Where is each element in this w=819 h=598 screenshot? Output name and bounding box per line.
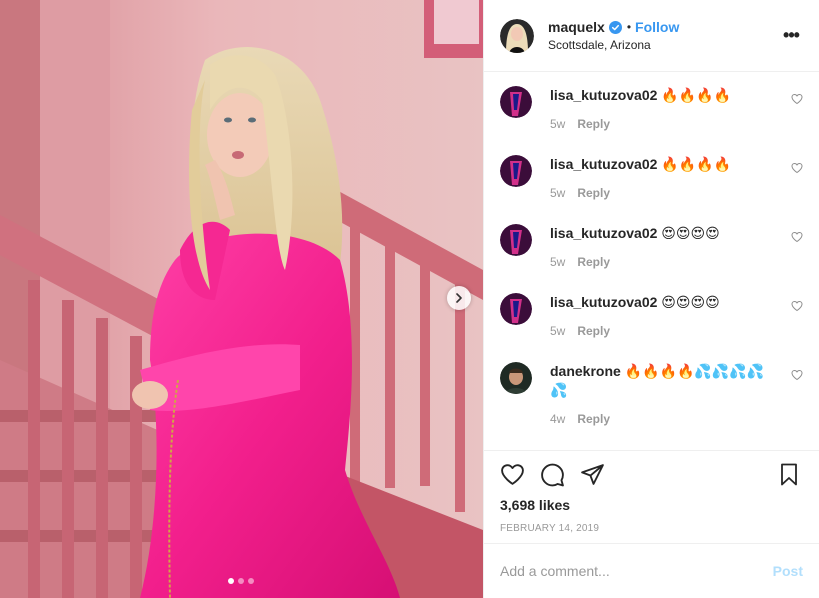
comment-item: lisa_kutuzova02 😍😍😍😍 5w Reply bbox=[500, 222, 803, 269]
comment-item: danekrone 🔥🔥🔥🔥💦💦💦💦💦 4w Reply bbox=[500, 360, 803, 426]
carousel-dot bbox=[238, 578, 244, 584]
author-avatar[interactable] bbox=[500, 18, 534, 53]
comment-item: lisa_kutuzova02 🔥🔥🔥🔥 5w Reply bbox=[500, 153, 803, 200]
carousel-dot-active bbox=[228, 578, 234, 584]
reply-button[interactable]: Reply bbox=[577, 324, 610, 338]
commenter-avatar-image bbox=[500, 155, 532, 187]
carousel-dot bbox=[248, 578, 254, 584]
post-image bbox=[0, 0, 483, 598]
commenter-avatar[interactable] bbox=[500, 224, 532, 256]
verified-badge-icon bbox=[608, 20, 622, 34]
comment-age[interactable]: 4w bbox=[550, 412, 565, 426]
author-username[interactable]: maquelx bbox=[548, 19, 605, 35]
comment-item: lisa_kutuzova02 😍😍😍😍 5w Reply bbox=[500, 291, 803, 338]
commenter-avatar-image bbox=[500, 224, 532, 256]
commenter-avatar[interactable] bbox=[500, 155, 532, 187]
like-button[interactable] bbox=[500, 461, 526, 487]
carousel-next-button[interactable] bbox=[447, 286, 471, 310]
follow-button[interactable]: Follow bbox=[635, 19, 679, 35]
reply-button[interactable]: Reply bbox=[577, 117, 610, 131]
commenter-avatar-image bbox=[500, 293, 532, 325]
heart-icon bbox=[501, 463, 524, 485]
commenter-avatar[interactable] bbox=[500, 293, 532, 325]
comment-like-icon[interactable] bbox=[791, 369, 803, 381]
comment-like-icon[interactable] bbox=[791, 231, 803, 243]
reply-button[interactable]: Reply bbox=[577, 412, 610, 426]
comment-text: 🔥🔥🔥🔥 bbox=[661, 87, 732, 103]
comment-age[interactable]: 5w bbox=[550, 186, 565, 200]
comment-icon bbox=[541, 463, 564, 486]
bookmark-icon bbox=[781, 463, 797, 485]
author-avatar-image bbox=[500, 18, 534, 53]
chevron-right-icon bbox=[456, 293, 462, 303]
post-header: maquelx • Follow Scottsdale, Arizona ••• bbox=[484, 0, 819, 72]
post-date[interactable]: FEBRUARY 14, 2019 bbox=[500, 523, 803, 534]
post-comment-button[interactable]: Post bbox=[773, 563, 803, 579]
commenter-avatar[interactable] bbox=[500, 362, 532, 394]
action-bar bbox=[500, 451, 803, 497]
post-actions-section: 3,698 likes FEBRUARY 14, 2019 bbox=[484, 450, 819, 534]
comment-item: lisa_kutuzova02 🔥🔥🔥🔥 5w Reply bbox=[500, 84, 803, 131]
commenter-avatar[interactable] bbox=[500, 86, 532, 118]
post-photo[interactable] bbox=[0, 0, 483, 598]
comments-list: lisa_kutuzova02 🔥🔥🔥🔥 5w Reply lisa_kutuz… bbox=[484, 72, 819, 452]
comment-like-icon[interactable] bbox=[791, 300, 803, 312]
comment-input[interactable] bbox=[500, 563, 773, 579]
comment-like-icon[interactable] bbox=[791, 162, 803, 174]
comment-username[interactable]: lisa_kutuzova02 bbox=[550, 294, 657, 310]
share-icon bbox=[581, 463, 604, 485]
comment-button[interactable] bbox=[540, 461, 566, 487]
comment-username[interactable]: lisa_kutuzova02 bbox=[550, 225, 657, 241]
comment-text: 🔥🔥🔥🔥 bbox=[661, 156, 732, 172]
comment-age[interactable]: 5w bbox=[550, 324, 565, 338]
add-comment-bar: Post bbox=[484, 543, 819, 598]
comment-text: 😍😍😍😍 bbox=[661, 225, 720, 241]
likes-count[interactable]: 3,698 likes bbox=[500, 497, 803, 513]
save-button[interactable] bbox=[777, 461, 803, 487]
comment-like-icon[interactable] bbox=[791, 93, 803, 105]
post-location[interactable]: Scottsdale, Arizona bbox=[548, 38, 779, 52]
comment-age[interactable]: 5w bbox=[550, 255, 565, 269]
reply-button[interactable]: Reply bbox=[577, 186, 610, 200]
comment-username[interactable]: lisa_kutuzova02 bbox=[550, 156, 657, 172]
comment-text: 😍😍😍😍 bbox=[661, 294, 720, 310]
reply-button[interactable]: Reply bbox=[577, 255, 610, 269]
carousel-dots bbox=[228, 578, 254, 584]
comment-username[interactable]: lisa_kutuzova02 bbox=[550, 87, 657, 103]
commenter-avatar-image bbox=[500, 86, 532, 118]
share-button[interactable] bbox=[580, 461, 606, 487]
commenter-avatar-image bbox=[500, 362, 532, 394]
comment-username[interactable]: danekrone bbox=[550, 363, 621, 379]
post-side-panel: maquelx • Follow Scottsdale, Arizona ••• bbox=[483, 0, 819, 598]
more-options-icon[interactable]: ••• bbox=[779, 25, 803, 46]
header-separator: • bbox=[626, 20, 632, 34]
comment-age[interactable]: 5w bbox=[550, 117, 565, 131]
